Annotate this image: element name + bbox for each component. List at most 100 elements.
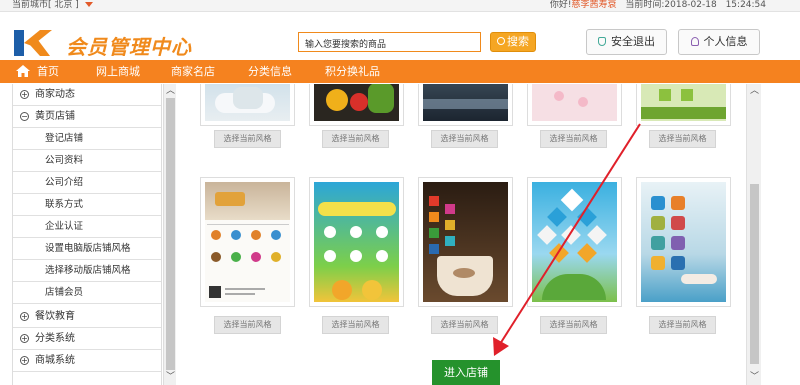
select-style-button[interactable]: 选择当前风格 [214, 316, 281, 334]
style-card[interactable] [309, 177, 404, 307]
sidebar-item-store-members[interactable]: 店铺会员 [13, 282, 161, 304]
search-icon [497, 37, 505, 45]
scrollbar-thumb[interactable] [750, 184, 759, 364]
scroll-up-icon[interactable]: ︿ [749, 86, 760, 96]
style-card[interactable] [527, 84, 622, 126]
style-card[interactable] [200, 177, 295, 307]
select-style-button[interactable]: 选择当前风格 [649, 130, 716, 148]
sidebar-item-label: 分类系统 [35, 333, 75, 344]
select-style-button[interactable]: 选择当前风格 [431, 316, 498, 334]
nav-online-mall[interactable]: 网上商城 [96, 60, 140, 83]
search-button[interactable]: 搜索 [490, 32, 536, 52]
style-card[interactable] [418, 177, 513, 307]
search-input[interactable]: 输入您要搜索的商品 [298, 32, 481, 52]
style-preview [205, 84, 290, 121]
shield-icon [598, 37, 606, 46]
sidebar-item-label: 公司资料 [45, 155, 84, 166]
sidebar-item-label: 店铺会员 [45, 287, 84, 298]
select-style-button[interactable]: 选择当前风格 [540, 130, 607, 148]
sidebar-item-label: 公司介绍 [45, 177, 84, 188]
sidebar-item-register-store[interactable]: 登记店铺 [13, 128, 161, 150]
sidebar-scrollbar[interactable]: ︿ ﹀ [163, 84, 176, 385]
logo[interactable]: 会员管理中心 [14, 30, 204, 59]
style-preview [205, 182, 290, 302]
style-preview [314, 182, 399, 302]
style-card[interactable] [636, 84, 731, 126]
current-city[interactable]: 当前城市[ 北京 ] [12, 0, 93, 11]
nav-classified-info[interactable]: 分类信息 [248, 60, 292, 83]
scroll-up-icon[interactable]: ︿ [165, 86, 176, 96]
style-gallery: 选择当前风格 选择当前风格 选择当前风格 选择当前风格 选择当前风格 选择当前风… [176, 84, 748, 385]
scroll-down-icon[interactable]: ﹀ [749, 372, 760, 382]
home-icon [16, 65, 30, 77]
sidebar-item-label: 餐饮教育 [35, 311, 75, 322]
logout-button[interactable]: 安全退出 [586, 29, 667, 55]
select-style-button[interactable]: 选择当前风格 [431, 130, 498, 148]
select-style-button[interactable]: 选择当前风格 [322, 316, 389, 334]
user-icon [690, 37, 699, 46]
main-scrollbar[interactable]: ︿ ﹀ [746, 84, 761, 385]
plus-icon: + [20, 312, 29, 321]
scroll-down-icon[interactable]: ﹀ [165, 372, 176, 382]
logo-k-icon [14, 30, 52, 56]
sidebar-item-label: 商家动态 [35, 89, 75, 100]
top-status-bar: 当前城市[ 北京 ] 你好!慈李茜寿衰 当前时间:2018-02-18 15:2… [0, 0, 800, 12]
sidebar-item-label: 登记店铺 [45, 133, 84, 144]
nav-points-gifts[interactable]: 积分换礼品 [325, 60, 380, 83]
chevron-down-icon[interactable] [84, 2, 93, 7]
sidebar-item-mall-system[interactable]: + 商城系统 [13, 350, 161, 372]
city-label: 当前城市[ 北京 ] [12, 0, 79, 10]
sidebar-item-certification[interactable]: 企业认证 [13, 216, 161, 238]
select-style-button[interactable]: 选择当前风格 [214, 130, 281, 148]
main-nav: 首页 网上商城 商家名店 分类信息 积分换礼品 [0, 60, 800, 83]
search-button-label: 搜索 [507, 35, 529, 48]
user-status: 你好!慈李茜寿衰 当前时间:2018-02-18 15:24:54 [550, 0, 766, 11]
sidebar-item-label: 联系方式 [45, 199, 84, 210]
current-time: 15:24:54 [725, 0, 766, 10]
sidebar-item-pc-style[interactable]: 设置电脑版店铺风格 [13, 238, 161, 260]
sidebar-item-company-profile[interactable]: 公司资料 [13, 150, 161, 172]
plus-icon: + [20, 90, 29, 99]
sidebar-item-label: 选择移动版店铺风格 [45, 265, 131, 276]
sidebar-menu: + 商家动态 − 黄页店铺 登记店铺 公司资料 公司介绍 联系方式 企业认证 设置电… [12, 84, 162, 385]
minus-icon: − [20, 112, 29, 121]
sidebar-item-company-intro[interactable]: 公司介绍 [13, 172, 161, 194]
style-preview [532, 84, 617, 121]
style-preview [641, 182, 726, 302]
sidebar-item-label: 黄页店铺 [35, 111, 75, 122]
style-card[interactable] [636, 177, 731, 307]
time-label: 当前时间: [625, 0, 665, 10]
sidebar-item-label: 商城系统 [35, 355, 75, 366]
sidebar-item-merchant-news[interactable]: + 商家动态 [13, 84, 161, 106]
sidebar-item-classification[interactable]: + 分类系统 [13, 328, 161, 350]
style-card[interactable] [200, 84, 295, 126]
scrollbar-thumb[interactable] [166, 98, 175, 370]
nav-home[interactable]: 首页 [37, 60, 59, 83]
style-preview [641, 84, 726, 121]
plus-icon: + [20, 334, 29, 343]
user-info-button[interactable]: 个人信息 [678, 29, 760, 55]
style-preview [423, 182, 508, 302]
user-info-label: 个人信息 [703, 35, 748, 48]
sidebar-item-contact[interactable]: 联系方式 [13, 194, 161, 216]
style-preview [532, 182, 617, 302]
username[interactable]: 慈李茜寿衰 [571, 0, 616, 10]
nav-famous-stores[interactable]: 商家名店 [171, 60, 215, 83]
style-card[interactable] [309, 84, 404, 126]
style-card[interactable] [527, 177, 622, 307]
sidebar-item-mobile-style[interactable]: 选择移动版店铺风格 [13, 260, 161, 282]
select-style-button[interactable]: 选择当前风格 [322, 130, 389, 148]
sidebar-item-catering[interactable]: + 餐饮教育 [13, 306, 161, 328]
header: 会员管理中心 输入您要搜索的商品 搜索 安全退出 个人信息 [0, 12, 800, 60]
sidebar-item-label: 企业认证 [45, 221, 84, 232]
select-style-button[interactable]: 选择当前风格 [649, 316, 716, 334]
style-preview [423, 84, 508, 121]
plus-icon: + [20, 356, 29, 365]
logout-label: 安全退出 [611, 35, 655, 48]
select-style-button[interactable]: 选择当前风格 [540, 316, 607, 334]
sidebar-item-label: 设置电脑版店铺风格 [45, 243, 131, 254]
enter-store-button[interactable]: 进入店铺 [432, 360, 500, 385]
style-preview [314, 84, 399, 121]
style-card[interactable] [418, 84, 513, 126]
sidebar-item-yellow-pages[interactable]: − 黄页店铺 [13, 106, 161, 128]
